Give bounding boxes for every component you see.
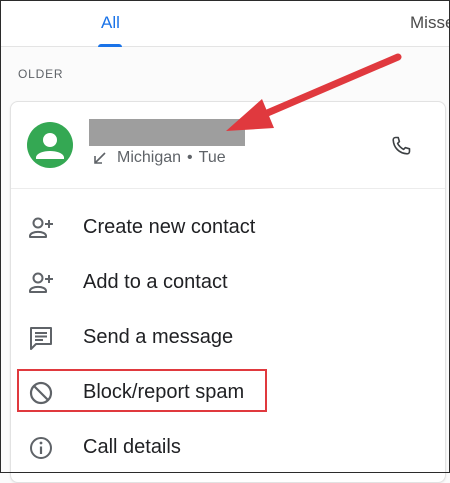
info-icon [27, 434, 55, 462]
call-location: Michigan [117, 149, 182, 166]
call-entry-card: Michigan • Tue Create new contact Add to… [10, 101, 446, 483]
person-icon [36, 133, 64, 159]
menu-item-label: Add to a contact [83, 271, 228, 293]
tab-all[interactable]: All [1, 0, 325, 47]
person-add-icon [27, 214, 55, 242]
menu-item-label: Call details [83, 436, 181, 458]
menu-item-block-report-spam[interactable]: Block/report spam [11, 365, 445, 420]
phone-icon [392, 136, 411, 155]
tab-missed[interactable]: Missed [325, 0, 450, 46]
redacted-caller-name [89, 119, 245, 146]
call-actions-menu: Create new contact Add to a contact Send… [11, 200, 445, 475]
call-entry-header[interactable]: Michigan • Tue [11, 102, 445, 189]
call-day: Tue [198, 149, 226, 166]
person-add-icon [27, 269, 55, 297]
tab-active-indicator [98, 44, 123, 47]
message-icon [27, 324, 55, 352]
incoming-call-arrow-icon [93, 151, 107, 165]
tab-missed-label: Missed [410, 13, 450, 32]
avatar [27, 122, 73, 168]
menu-item-label: Create new contact [83, 216, 256, 238]
tab-all-label: All [101, 13, 120, 32]
call-meta: Michigan • Tue [93, 149, 226, 167]
menu-item-label: Block/report spam [83, 381, 245, 403]
call-button[interactable] [385, 130, 417, 162]
menu-item-call-details[interactable]: Call details [11, 420, 445, 475]
menu-item-create-new-contact[interactable]: Create new contact [11, 200, 445, 255]
meta-separator: • [187, 149, 193, 166]
menu-item-send-message[interactable]: Send a message [11, 310, 445, 365]
section-label-older: OLDER [18, 67, 64, 81]
block-icon [27, 379, 55, 407]
tab-bar: All Missed [1, 0, 450, 47]
menu-item-add-to-contact[interactable]: Add to a contact [11, 255, 445, 310]
menu-item-label: Send a message [83, 326, 234, 348]
